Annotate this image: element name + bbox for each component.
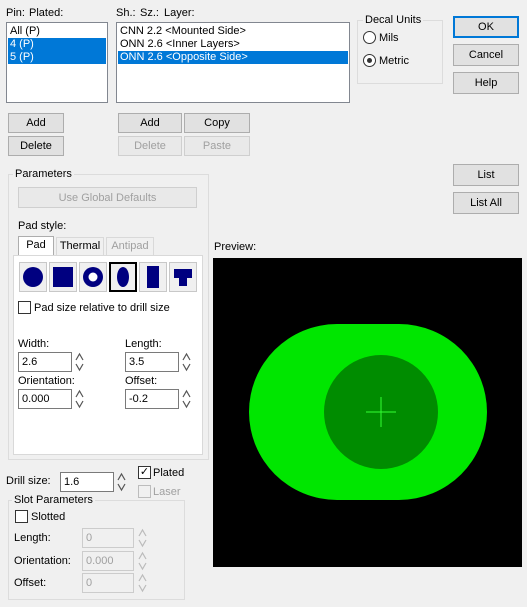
- preview-svg: [213, 258, 522, 567]
- width-label: Width:: [18, 338, 50, 350]
- slotted-checkbox[interactable]: [15, 510, 28, 523]
- parameters-title: Parameters: [13, 168, 74, 181]
- slot-orientation-spinner[interactable]: [138, 551, 147, 571]
- pin-list[interactable]: All (P) 4 (P) 5 (P): [6, 22, 108, 103]
- slot-offset-label: Offset:: [14, 577, 47, 589]
- layer-list[interactable]: CNN 2.2 <Mounted Side> ONN 2.6 <Inner La…: [116, 22, 350, 103]
- annular-pad-icon[interactable]: [79, 262, 107, 292]
- slot-orientation-input[interactable]: 0.000: [82, 551, 134, 571]
- drill-size-label: Drill size:: [6, 475, 51, 487]
- sz-header: Sz.:: [140, 7, 159, 19]
- mils-radio[interactable]: [363, 31, 376, 44]
- relative-size-label: Pad size relative to drill size: [34, 302, 170, 314]
- pin-header: Pin:: [6, 7, 25, 19]
- width-input[interactable]: 2.6: [18, 352, 72, 372]
- slot-orientation-label: Orientation:: [14, 555, 71, 567]
- tab-thermal[interactable]: Thermal: [56, 237, 104, 256]
- offset-input[interactable]: -0.2: [125, 389, 179, 409]
- pin-delete-button[interactable]: Delete: [8, 136, 64, 156]
- radio-selected-dot: [367, 58, 372, 63]
- help-button[interactable]: Help: [453, 72, 519, 94]
- slot-parameters-title: Slot Parameters: [12, 494, 95, 507]
- layer-copy-button[interactable]: Copy: [184, 113, 250, 133]
- offset-spinner[interactable]: [182, 389, 191, 409]
- laser-label: Laser: [153, 486, 181, 498]
- slotted-label: Slotted: [31, 511, 66, 523]
- pin-list-item[interactable]: 4 (P): [8, 38, 106, 51]
- plated-label: Plated: [153, 467, 185, 479]
- decal-units-title: Decal Units: [363, 14, 424, 27]
- sh-header: Sh.:: [116, 7, 136, 19]
- orientation-input[interactable]: 0.000: [18, 389, 72, 409]
- preview-label: Preview:: [214, 241, 257, 253]
- laser-checkbox[interactable]: [138, 485, 151, 498]
- pin-add-button[interactable]: Add: [8, 113, 64, 133]
- drill-size-input[interactable]: 1.6: [60, 472, 114, 492]
- tab-pad[interactable]: Pad: [18, 236, 54, 256]
- square-pad-icon[interactable]: [49, 262, 77, 292]
- metric-label: Metric: [379, 55, 409, 67]
- slot-length-spinner[interactable]: [138, 528, 147, 548]
- drill-size-spinner[interactable]: [117, 472, 126, 492]
- oval-pad-icon[interactable]: [109, 262, 137, 292]
- decal-units-group: [357, 20, 443, 84]
- cancel-button[interactable]: Cancel: [453, 44, 519, 66]
- plated-checkbox[interactable]: ✓: [138, 466, 151, 479]
- pin-list-item[interactable]: All (P): [8, 25, 106, 38]
- layer-list-item[interactable]: ONN 2.6 <Opposite Side>: [118, 51, 348, 64]
- length-input[interactable]: 3.5: [125, 352, 179, 372]
- list-button[interactable]: List: [453, 164, 519, 186]
- relative-size-checkbox[interactable]: [18, 301, 31, 314]
- pin-list-item[interactable]: 5 (P): [8, 51, 106, 64]
- length-spinner[interactable]: [182, 352, 191, 372]
- layer-add-button[interactable]: Add: [118, 113, 182, 133]
- tab-antipad[interactable]: Antipad: [106, 237, 154, 256]
- list-all-button[interactable]: List All: [453, 192, 519, 214]
- ok-button[interactable]: OK: [453, 16, 519, 38]
- width-spinner[interactable]: [75, 352, 84, 372]
- offset-label: Offset:: [125, 375, 158, 387]
- layer-list-item[interactable]: ONN 2.6 <Inner Layers>: [118, 38, 348, 51]
- custom-pad-icon[interactable]: [169, 262, 197, 292]
- rectangle-pad-icon[interactable]: [139, 262, 167, 292]
- slot-offset-spinner[interactable]: [138, 573, 147, 593]
- slot-length-input[interactable]: 0: [82, 528, 134, 548]
- plated-header: Plated:: [29, 7, 64, 19]
- slot-length-label: Length:: [14, 532, 51, 544]
- layer-list-item[interactable]: CNN 2.2 <Mounted Side>: [118, 25, 348, 38]
- orientation-label: Orientation:: [18, 375, 75, 387]
- layer-header: Layer:: [164, 7, 195, 19]
- slot-offset-input[interactable]: 0: [82, 573, 134, 593]
- preview-canvas: [213, 258, 522, 567]
- length-label: Length:: [125, 338, 162, 350]
- round-pad-icon[interactable]: [19, 262, 47, 292]
- layer-paste-button[interactable]: Paste: [184, 136, 250, 156]
- orientation-spinner[interactable]: [75, 389, 84, 409]
- metric-radio[interactable]: [363, 54, 376, 67]
- pad-style-label: Pad style:: [18, 220, 67, 232]
- layer-delete-button[interactable]: Delete: [118, 136, 182, 156]
- mils-label: Mils: [379, 32, 399, 44]
- use-global-defaults-button[interactable]: Use Global Defaults: [18, 187, 197, 208]
